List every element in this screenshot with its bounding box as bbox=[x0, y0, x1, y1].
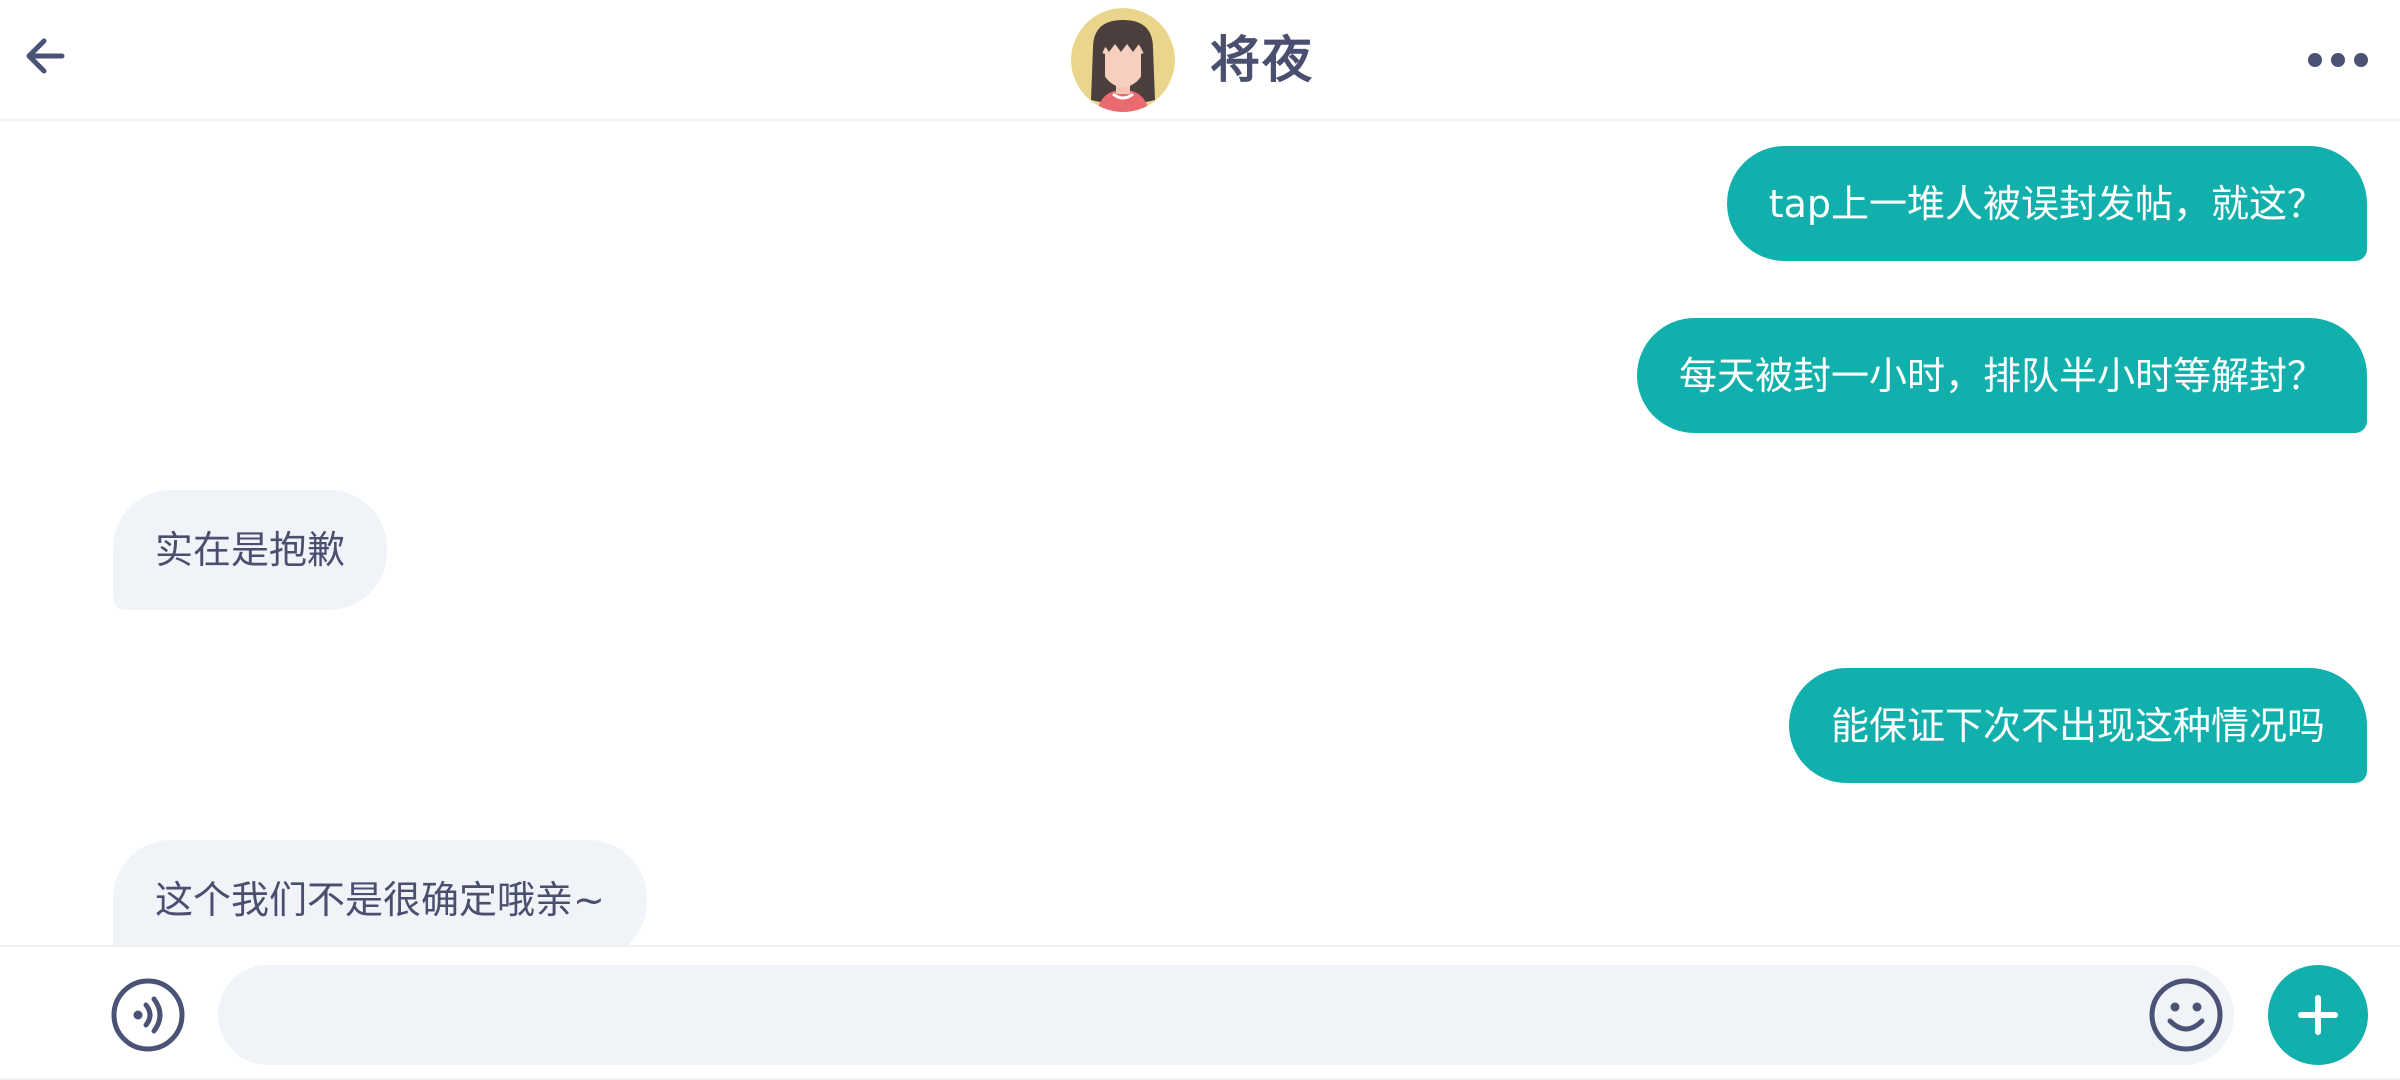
more-horizontal-icon bbox=[2308, 53, 2368, 67]
message-bubble-incoming[interactable]: 实在是抱歉 bbox=[113, 490, 388, 610]
chat-screen: 将夜 tap上一堆人被误封发帖，就这？ 每天被封一小时，排队半小时等解封？ 实在… bbox=[0, 0, 2400, 1080]
message-text: tap上一堆人被误封发帖，就这？ bbox=[1768, 181, 2325, 226]
more-options-button[interactable] bbox=[2305, 40, 2375, 80]
message-input[interactable] bbox=[218, 965, 2234, 1065]
message-bubble-incoming[interactable]: 这个我们不是很确定哦亲~ bbox=[113, 840, 647, 945]
plus-icon bbox=[2298, 995, 2338, 1035]
voice-button[interactable] bbox=[110, 977, 186, 1053]
avatar[interactable] bbox=[1071, 8, 1175, 112]
emoji-button[interactable] bbox=[2148, 977, 2224, 1053]
emoji-icon bbox=[2149, 978, 2223, 1052]
chat-header: 将夜 bbox=[0, 0, 2400, 121]
back-button[interactable] bbox=[18, 26, 78, 86]
arrow-left-icon bbox=[26, 38, 65, 74]
page-title: 将夜 bbox=[1210, 31, 1314, 89]
voice-icon bbox=[111, 978, 185, 1052]
message-bubble-outgoing[interactable]: 每天被封一小时，排队半小时等解封？ bbox=[1636, 318, 2367, 433]
message-text: 每天被封一小时，排队半小时等解封？ bbox=[1678, 353, 2325, 398]
message-text: 能保证下次不出现这种情况吗 bbox=[1830, 703, 2325, 748]
message-list[interactable]: tap上一堆人被误封发帖，就这？ 每天被封一小时，排队半小时等解封？ 实在是抱歉… bbox=[0, 121, 2400, 945]
message-text: 这个我们不是很确定哦亲~ bbox=[155, 878, 605, 922]
message-bubble-outgoing[interactable]: tap上一堆人被误封发帖，就这？ bbox=[1726, 146, 2367, 261]
message-input-bar bbox=[0, 945, 2400, 1080]
message-bubble-outgoing[interactable]: 能保证下次不出现这种情况吗 bbox=[1788, 668, 2367, 783]
add-attachment-button[interactable] bbox=[2268, 965, 2368, 1065]
message-text: 实在是抱歉 bbox=[155, 528, 346, 572]
